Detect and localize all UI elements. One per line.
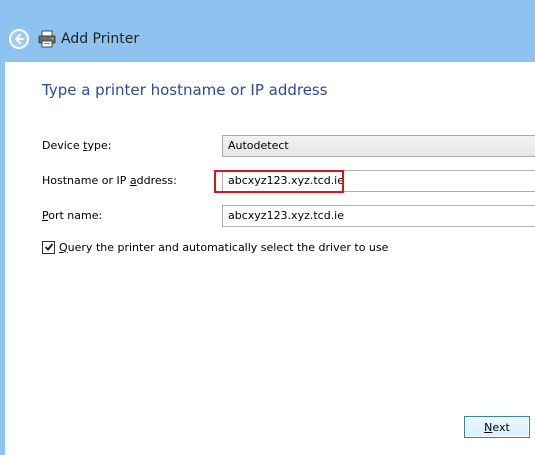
- query-printer-row[interactable]: Query the printer and automatically sele…: [42, 239, 388, 255]
- next-button[interactable]: Next: [464, 416, 530, 438]
- checkmark-icon: [44, 243, 53, 251]
- port-name-input[interactable]: abcxyz123.xyz.tcd.ie: [222, 205, 535, 227]
- add-printer-window: Add Printer Type a printer hostname or I…: [0, 0, 535, 455]
- back-button[interactable]: [9, 29, 29, 49]
- highlight-box: [214, 170, 344, 193]
- device-type-label: Device type:: [42, 139, 112, 152]
- window-title: Add Printer: [61, 31, 140, 47]
- printer-icon: [38, 30, 56, 48]
- device-type-select[interactable]: Autodetect: [222, 135, 535, 157]
- title-bar: Add Printer: [0, 0, 535, 60]
- query-printer-checkbox[interactable]: [42, 240, 55, 254]
- wizard-content: Type a printer hostname or IP address De…: [5, 62, 535, 455]
- hostname-label: Hostname or IP address:: [42, 174, 177, 187]
- page-heading: Type a printer hostname or IP address: [42, 81, 328, 99]
- port-name-label: Port name:: [42, 209, 103, 222]
- back-arrow-icon: [15, 34, 24, 44]
- query-printer-label: Query the printer and automatically sele…: [59, 240, 389, 254]
